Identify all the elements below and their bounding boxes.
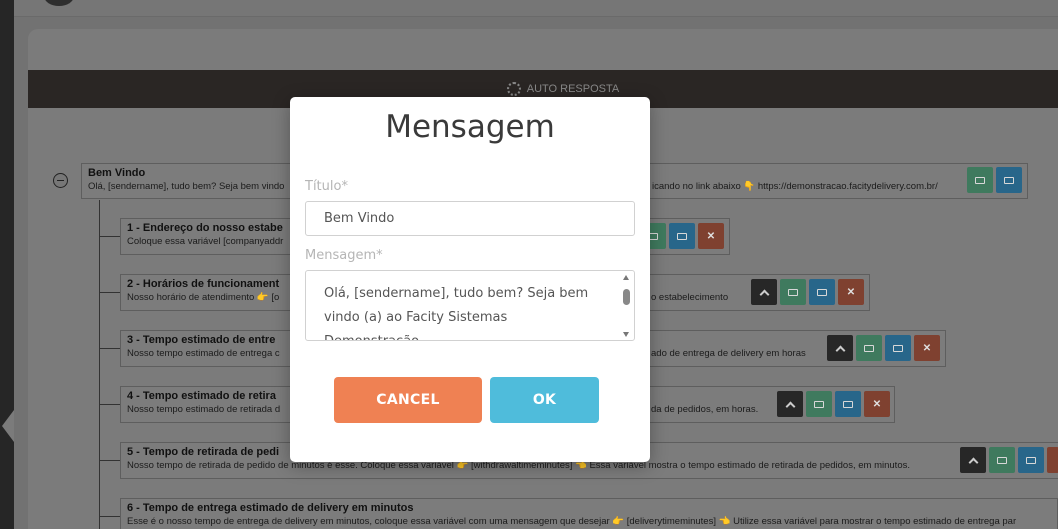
edit-button[interactable] (967, 167, 993, 193)
item-5-actions (960, 447, 1058, 473)
tree-branch (100, 404, 120, 405)
textarea-scrollbar[interactable] (622, 275, 631, 337)
details-button[interactable] (835, 391, 861, 417)
delete-button[interactable]: ✕ (914, 335, 940, 361)
delete-button[interactable]: ✕ (864, 391, 890, 417)
card-header-title: AUTO RESPOSTA (526, 83, 620, 95)
move-up-button[interactable] (960, 447, 986, 473)
delete-button[interactable]: ✕ (698, 223, 724, 249)
avatar[interactable] (44, 0, 74, 6)
message-textarea[interactable]: Olá, [sendername], tudo bem? Seja bem vi… (305, 270, 635, 341)
node-description: Esse é o nosso tempo de entrega de deliv… (127, 516, 1017, 527)
tree-branch (100, 236, 120, 237)
chevron-up-icon (785, 401, 795, 411)
collapse-arrow-icon[interactable] (2, 410, 14, 442)
edit-button[interactable] (806, 391, 832, 417)
move-up-button[interactable] (751, 279, 777, 305)
title-label: Título* (305, 179, 348, 194)
chevron-up-icon (759, 289, 769, 299)
tree-node-item-6[interactable]: 6 - Tempo de entrega estimado de deliver… (120, 498, 1058, 529)
edit-icon (788, 288, 798, 296)
edit-icon (814, 400, 824, 408)
card-icon (893, 344, 903, 352)
message-label: Mensagem* (305, 248, 383, 263)
top-bar (14, 0, 1058, 17)
item-1-actions: ✕ (640, 223, 724, 249)
edit-icon (997, 456, 1007, 464)
card-icon (817, 288, 827, 296)
cancel-button[interactable]: CANCEL (334, 377, 482, 423)
delete-button[interactable]: ✕ (838, 279, 864, 305)
left-sidebar (0, 0, 14, 529)
details-button[interactable] (669, 223, 695, 249)
details-button[interactable] (809, 279, 835, 305)
collapse-toggle-icon[interactable] (53, 173, 68, 188)
tree-line (99, 200, 100, 529)
card-icon (1026, 456, 1036, 464)
details-button[interactable] (996, 167, 1022, 193)
tree-branch (100, 460, 120, 461)
move-up-button[interactable] (777, 391, 803, 417)
message-modal: Mensagem Título* Bem Vindo Mensagem* Olá… (290, 97, 650, 462)
modal-title: Mensagem (385, 109, 555, 145)
edit-button[interactable] (856, 335, 882, 361)
item-4-actions: ✕ (777, 391, 890, 417)
root-actions (967, 167, 1022, 193)
scroll-up-icon[interactable] (623, 275, 629, 280)
details-button[interactable] (1018, 447, 1044, 473)
chevron-up-icon (968, 457, 978, 467)
edit-button[interactable] (989, 447, 1015, 473)
tree-branch (100, 292, 120, 293)
scroll-thumb[interactable] (623, 289, 630, 305)
fingerprint-icon (506, 82, 521, 96)
tree-branch (100, 348, 120, 349)
node-title: 6 - Tempo de entrega estimado de deliver… (127, 502, 414, 514)
card-icon (1004, 176, 1014, 184)
item-2-actions: ✕ (751, 279, 864, 305)
edit-icon (864, 344, 874, 352)
scroll-down-icon[interactable] (623, 332, 629, 337)
edit-icon (975, 176, 985, 184)
chevron-up-icon (835, 345, 845, 355)
edit-button[interactable] (780, 279, 806, 305)
title-input[interactable]: Bem Vindo (305, 201, 635, 236)
tree-branch (100, 516, 120, 517)
message-text: Olá, [sendername], tudo bem? Seja bem vi… (324, 286, 589, 340)
delete-button[interactable] (1047, 447, 1058, 473)
ok-button[interactable]: OK (490, 377, 599, 423)
details-button[interactable] (885, 335, 911, 361)
card-icon (677, 232, 687, 240)
card-icon (843, 400, 853, 408)
move-up-button[interactable] (827, 335, 853, 361)
item-3-actions: ✕ (827, 335, 940, 361)
